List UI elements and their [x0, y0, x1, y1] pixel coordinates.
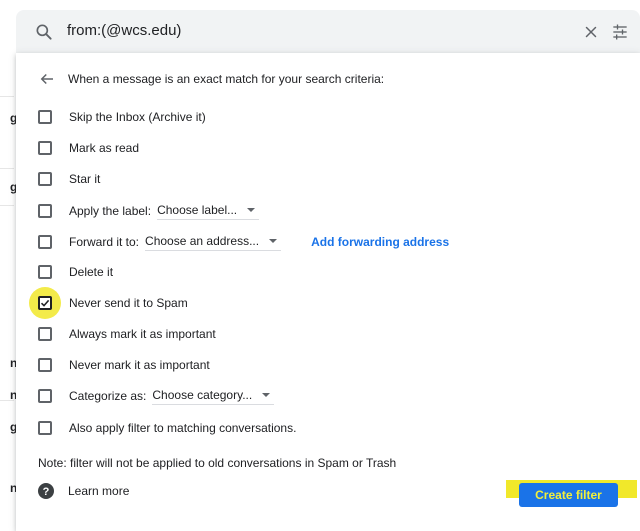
background-divider	[0, 205, 14, 206]
filter-dialog: When a message is an exact match for you…	[16, 53, 640, 531]
svg-text:?: ?	[43, 486, 50, 498]
star-it-checkbox[interactable]	[38, 172, 52, 186]
dropdown-arrow-icon	[247, 207, 256, 212]
option-label: Never mark it as important	[69, 358, 210, 372]
tune-icon[interactable]	[610, 22, 630, 42]
option-apply-to-matching[interactable]: Also apply filter to matching conversati…	[38, 417, 296, 439]
learn-more-link[interactable]: Learn more	[68, 484, 129, 498]
forward-checkbox[interactable]	[38, 235, 52, 249]
option-forward[interactable]: Forward it to: Choose an address... Add …	[38, 231, 449, 253]
create-filter-button[interactable]: Create filter	[519, 483, 618, 507]
option-apply-label[interactable]: Apply the label: Choose label...	[38, 200, 260, 222]
label-dropdown[interactable]: Choose label...	[157, 202, 260, 220]
category-dropdown-value: Choose category...	[152, 387, 253, 402]
option-label: Skip the Inbox (Archive it)	[69, 110, 206, 124]
option-never-important[interactable]: Never mark it as important	[38, 354, 210, 376]
learn-more[interactable]: ? Learn more	[38, 483, 129, 499]
delete-it-checkbox[interactable]	[38, 265, 52, 279]
option-label: Also apply filter to matching conversati…	[69, 421, 297, 435]
filter-note: Note: filter will not be applied to old …	[38, 456, 397, 470]
option-skip-inbox[interactable]: Skip the Inbox (Archive it)	[38, 106, 206, 128]
category-dropdown[interactable]: Choose category...	[152, 387, 275, 405]
option-categorize[interactable]: Categorize as: Choose category...	[38, 385, 275, 407]
search-input[interactable]: from:(@wcs.edu)	[67, 22, 181, 39]
option-delete-it[interactable]: Delete it	[38, 261, 113, 283]
dropdown-arrow-icon	[269, 238, 278, 243]
search-bar[interactable]: from:(@wcs.edu)	[16, 10, 640, 53]
skip-inbox-checkbox[interactable]	[38, 110, 52, 124]
background-divider	[0, 168, 14, 169]
option-label: Apply the label:	[69, 204, 152, 218]
option-label: Mark as read	[69, 141, 140, 155]
apply-to-matching-checkbox[interactable]	[38, 421, 52, 435]
option-label: Star it	[69, 172, 101, 186]
never-spam-checkbox[interactable]	[38, 296, 52, 310]
option-label: Never send it to Spam	[69, 296, 188, 310]
dialog-header: When a message is an exact match for you…	[38, 69, 384, 89]
help-icon: ?	[38, 483, 54, 499]
checkmark-icon	[40, 299, 50, 307]
dialog-header-text: When a message is an exact match for you…	[68, 72, 385, 86]
background-divider	[0, 96, 14, 97]
apply-label-checkbox[interactable]	[38, 204, 52, 218]
always-important-checkbox[interactable]	[38, 327, 52, 341]
forward-dropdown-value: Choose an address...	[145, 233, 260, 248]
back-arrow-icon[interactable]	[38, 70, 56, 88]
dropdown-arrow-icon	[262, 392, 271, 397]
option-label: Delete it	[69, 265, 114, 279]
option-always-important[interactable]: Always mark it as important	[38, 323, 216, 345]
option-label: Categorize as:	[69, 389, 147, 403]
option-star-it[interactable]: Star it	[38, 168, 100, 190]
never-important-checkbox[interactable]	[38, 358, 52, 372]
label-dropdown-value: Choose label...	[157, 202, 238, 217]
mark-as-read-checkbox[interactable]	[38, 141, 52, 155]
option-label: Always mark it as important	[69, 327, 216, 341]
forward-address-dropdown[interactable]: Choose an address...	[145, 233, 282, 251]
option-mark-as-read[interactable]: Mark as read	[38, 137, 139, 159]
option-label: Forward it to:	[69, 235, 140, 249]
search-icon[interactable]	[34, 22, 54, 42]
close-icon[interactable]	[582, 23, 600, 41]
add-forwarding-address-link[interactable]: Add forwarding address	[311, 235, 449, 249]
option-never-spam[interactable]: Never send it to Spam	[38, 292, 188, 314]
categorize-checkbox[interactable]	[38, 389, 52, 403]
